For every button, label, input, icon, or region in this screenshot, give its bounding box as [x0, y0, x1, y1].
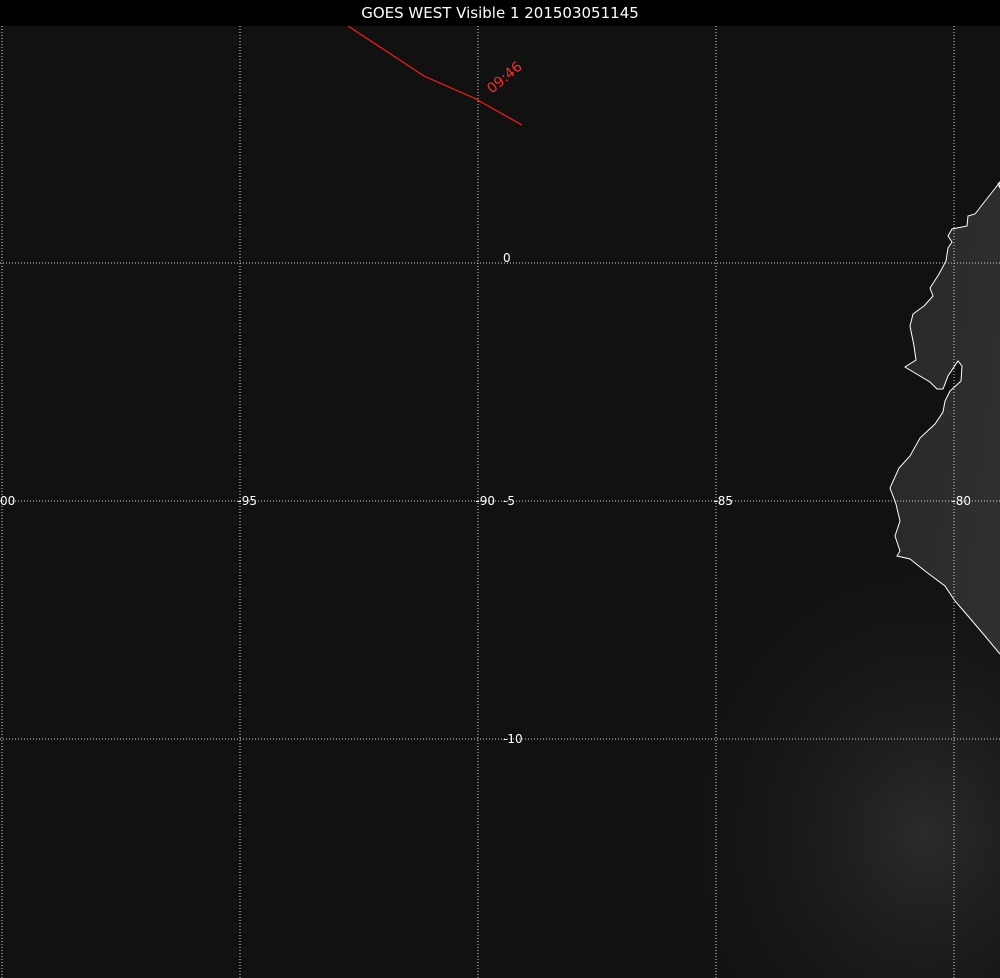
map-canvas: 00 -95 -90 -85 -800-5-10 09:46 [0, 26, 1000, 978]
latitude-label: 0 [503, 251, 511, 265]
image-title: GOES WEST Visible 1 201503051145 [0, 0, 1000, 26]
latitude-label: -10 [503, 732, 523, 746]
satellite-map: 00 -95 -90 -85 -80 0 -5 -10 09:46 [0, 26, 1000, 978]
latitude-label: -5 [503, 494, 515, 508]
